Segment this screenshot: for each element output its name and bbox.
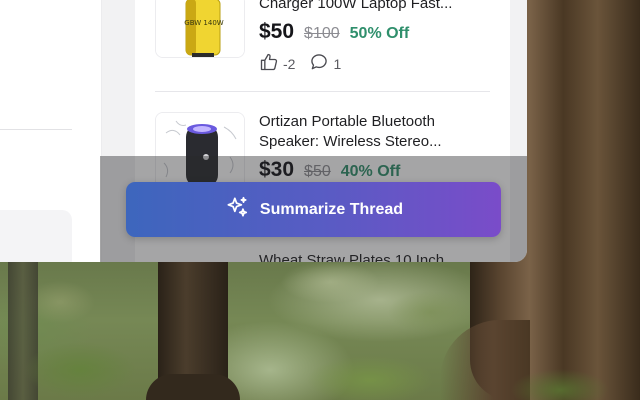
- comment-count: 1: [333, 55, 342, 72]
- deal-price-row: $50 $100 50% Off: [259, 20, 409, 44]
- deal-price: $50: [259, 20, 295, 43]
- comment-bubble-icon: [309, 52, 329, 75]
- like-count: -2: [283, 55, 296, 72]
- desktop-background: GBW 140W Charger 100W Laptop Fast... $50…: [0, 0, 640, 400]
- deal-separator: [155, 91, 490, 92]
- left-pane-card[interactable]: [0, 210, 72, 262]
- deal-original-price: $100: [304, 25, 340, 42]
- deal-title[interactable]: Ortizan Portable Bluetooth: [259, 112, 479, 132]
- deal-meta-row: -2 1: [259, 52, 341, 75]
- left-pane-divider: [0, 129, 72, 130]
- forest-undergrowth: [0, 330, 640, 400]
- thumbs-up-icon: [259, 52, 279, 75]
- like-button[interactable]: -2: [259, 52, 295, 75]
- deal-image-charger[interactable]: GBW 140W: [155, 0, 245, 58]
- comment-button[interactable]: 1: [309, 52, 341, 75]
- forest-foliage: [0, 262, 470, 332]
- deal-title-continued[interactable]: Speaker: Wireless Stereo...: [259, 132, 479, 152]
- sparkles-icon: [224, 194, 250, 225]
- summarize-thread-button[interactable]: Summarize Thread: [126, 182, 501, 237]
- summarize-thread-label: Summarize Thread: [259, 200, 404, 218]
- deal-discount: 50% Off: [349, 25, 410, 42]
- deal-title[interactable]: Charger 100W Laptop Fast...: [259, 0, 479, 14]
- charger-label-text: GBW 140W: [184, 19, 223, 27]
